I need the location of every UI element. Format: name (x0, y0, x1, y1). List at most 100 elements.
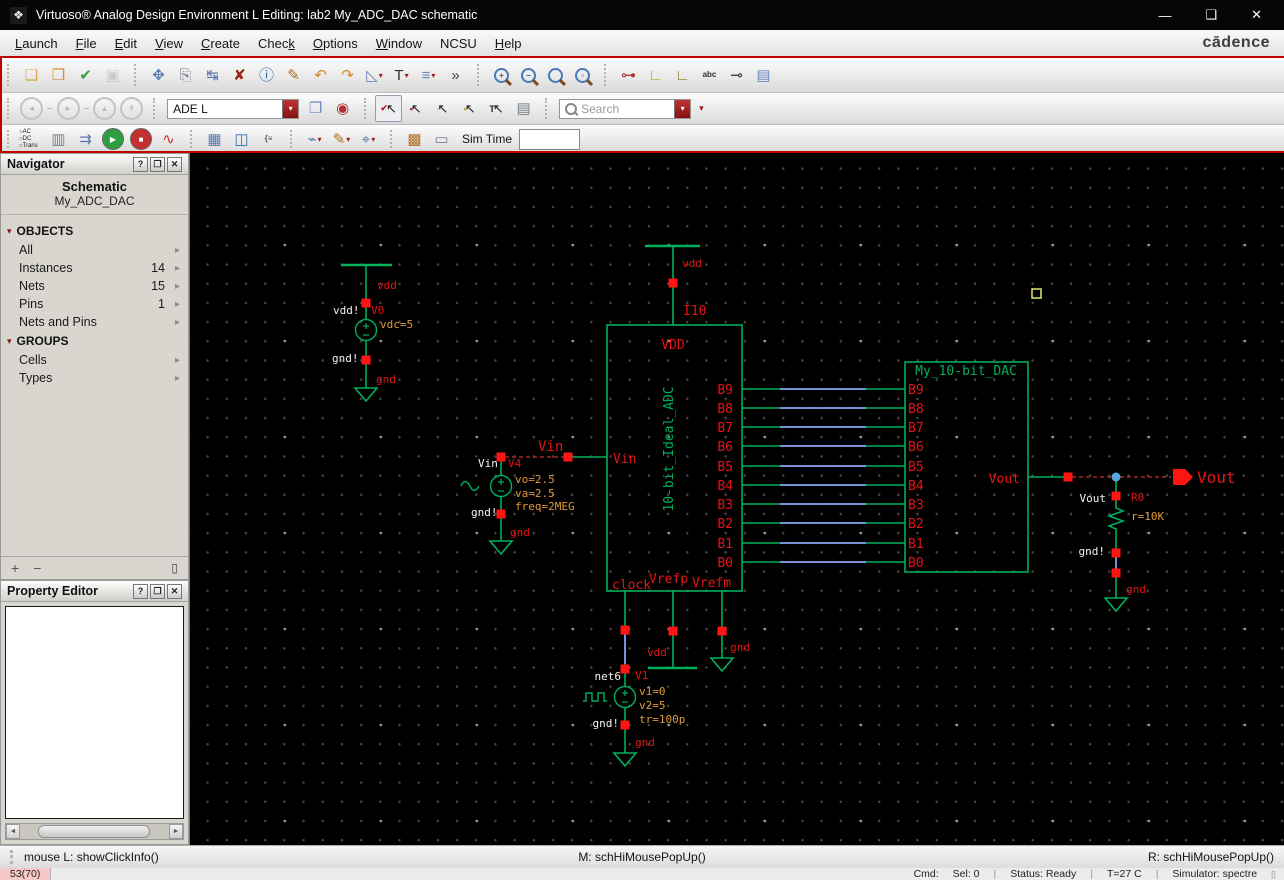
create-wire-icon[interactable]: ∟ (642, 62, 669, 89)
pin-square[interactable] (1111, 548, 1121, 558)
navigator-help-button[interactable]: ? (133, 156, 148, 172)
sidebar-item-nets[interactable]: Nets 15 ▸ (1, 277, 188, 295)
pin-square[interactable] (620, 625, 630, 635)
workspace-combo[interactable]: ADE L ▾ (167, 98, 300, 119)
maximize-button[interactable]: ❑ (1205, 7, 1217, 23)
results-browser-icon[interactable]: ◫ (228, 126, 255, 153)
voltage-source-v0[interactable] (354, 318, 378, 342)
adc-pin-b2[interactable]: B2 (717, 517, 733, 532)
adc-pin-b5[interactable]: B5 (717, 460, 733, 475)
dac-pin-b6[interactable]: B6 (908, 440, 924, 455)
menu-options[interactable]: Options (304, 32, 367, 55)
plot-setup-icon[interactable]: ⌁ ▾ (301, 126, 328, 153)
ground-symbol[interactable] (488, 540, 514, 556)
property-editor-content[interactable] (5, 606, 184, 819)
dac-pin-b7[interactable]: B7 (908, 421, 924, 436)
scroll-right-button[interactable]: ► (169, 824, 183, 839)
pin-square[interactable] (668, 626, 678, 636)
create-wide-wire-icon[interactable]: ∟ (669, 62, 696, 89)
property-editor-help-button[interactable]: ? (133, 583, 148, 599)
messages-icon[interactable]: ▭ (428, 126, 455, 153)
dac-pin-b8[interactable]: B8 (908, 402, 924, 417)
create-instance-icon[interactable]: ⊶ (615, 62, 642, 89)
zoom-in-icon[interactable]: + (488, 62, 515, 89)
label-vout[interactable]: Vout (1080, 492, 1107, 505)
menu-window[interactable]: Window (367, 32, 431, 55)
label-gnd[interactable]: gnd (510, 526, 530, 539)
sidebar-item-nets-and-pins[interactable]: Nets and Pins ▸ (1, 313, 188, 331)
pin-square[interactable] (1111, 491, 1121, 501)
expand-arrow-icon[interactable]: ▸ (175, 281, 180, 292)
label-vdd[interactable]: vdd! (333, 304, 360, 317)
solder-dot[interactable] (1111, 472, 1121, 482)
align-icon-dropdown[interactable]: ▾ (431, 71, 435, 80)
label-vin[interactable]: Vin (613, 452, 636, 467)
navigator-float-button[interactable]: ❐ (150, 156, 165, 172)
menu-view[interactable]: View (146, 32, 192, 55)
select-instance-icon[interactable]: ▪ ↖ (402, 95, 429, 122)
label-gnd[interactable]: gnd (1126, 583, 1146, 596)
label-freq2meg[interactable]: freq=2MEG (515, 500, 575, 513)
redo-icon[interactable]: ↷ (334, 62, 361, 89)
dac-pin-b9[interactable]: B9 (908, 383, 924, 398)
label-vdd[interactable]: vdd (377, 279, 397, 292)
adc-pin-b7[interactable]: B7 (717, 421, 733, 436)
voltage-source-v1[interactable] (613, 685, 637, 709)
label-v0[interactable]: V0 (371, 304, 384, 317)
ground-symbol[interactable] (612, 752, 638, 768)
expand-arrow-icon[interactable]: ▸ (175, 355, 180, 366)
output-log-icon[interactable]: {≡ (255, 126, 282, 153)
label-gnd[interactable]: gnd! (471, 506, 498, 519)
pin-square[interactable] (1111, 568, 1121, 578)
adc-pin-b6[interactable]: B6 (717, 440, 733, 455)
sidebar-item-cells[interactable]: Cells ▸ (1, 351, 188, 369)
menu-ncsu[interactable]: NCSU (431, 32, 486, 55)
section-groups[interactable]: ▾ GROUPS (1, 331, 188, 351)
label-gnd[interactable]: gnd (635, 736, 655, 749)
menu-edit[interactable]: Edit (106, 32, 146, 55)
pin-square[interactable] (563, 452, 573, 462)
select-wire-icon[interactable]: ∙ ↖ (429, 95, 456, 122)
selection-options-icon[interactable]: ▤ (510, 95, 537, 122)
ground-symbol[interactable] (1103, 597, 1129, 613)
menu-launch[interactable]: Launch (6, 32, 67, 55)
dac-pin-b3[interactable]: B3 (908, 498, 924, 513)
probe-icon-dropdown[interactable]: ▾ (371, 135, 375, 144)
schematic-canvas[interactable]: 10-bit_Ideal_ADC My_10-bit_DAC Vout vdd vdd!… (190, 153, 1284, 845)
dac-pin-b0[interactable]: B0 (908, 556, 924, 571)
dac-pin-b5[interactable]: B5 (908, 460, 924, 475)
label-v10[interactable]: v1=0 (639, 685, 666, 698)
variables-icon[interactable]: ▥ (45, 126, 72, 153)
overflow-chevron[interactable]: » (442, 62, 469, 89)
zoom-out-icon[interactable]: − (515, 62, 542, 89)
navigator-close-button[interactable]: ✕ (167, 156, 182, 172)
property-editor-float-button[interactable]: ❐ (150, 583, 165, 599)
analyses-icon[interactable]: ○AC ○DC ○Trans (18, 126, 45, 153)
label-gnd[interactable]: gnd! (593, 717, 620, 730)
align-icon[interactable]: ≡ ▾ (415, 62, 442, 89)
net-label-vin[interactable]: Vin (538, 439, 563, 455)
label-v1[interactable]: V1 (635, 669, 648, 682)
edit-text-icon[interactable]: ✎ (280, 62, 307, 89)
text-display-icon-dropdown[interactable]: ▾ (405, 71, 409, 80)
menu-help[interactable]: Help (486, 32, 531, 55)
selection-filter-icon[interactable]: ✔ ↖ (375, 95, 403, 122)
plot-setup-icon-dropdown[interactable]: ▾ (318, 135, 322, 144)
run-icon[interactable]: ▶ (102, 128, 124, 150)
collapse-triangle-icon[interactable]: ▾ (7, 336, 12, 347)
property-editor-header[interactable]: Property Editor ? ❐ ✕ (1, 581, 188, 602)
zoom-fit-icon[interactable] (542, 62, 569, 89)
pin-square[interactable] (1063, 472, 1073, 482)
sidebar-item-instances[interactable]: Instances 14 ▸ (1, 259, 188, 277)
open-cellview-icon[interactable]: ❒ (45, 62, 72, 89)
pin-square[interactable] (668, 278, 678, 288)
adc-pin-b4[interactable]: B4 (717, 479, 733, 494)
rotate-icon[interactable]: ◺ ▾ (361, 62, 388, 89)
scroll-left-button[interactable]: ◄ (6, 824, 20, 839)
label-vdd[interactable]: VDD (661, 338, 685, 353)
sidebar-item-types[interactable]: Types ▸ (1, 369, 188, 387)
sidebar-item-pins[interactable]: Pins 1 ▸ (1, 295, 188, 313)
ground-symbol[interactable] (709, 657, 735, 673)
checklist-icon[interactable]: ▩ (401, 126, 428, 153)
rotate-icon-dropdown[interactable]: ▾ (379, 71, 383, 80)
